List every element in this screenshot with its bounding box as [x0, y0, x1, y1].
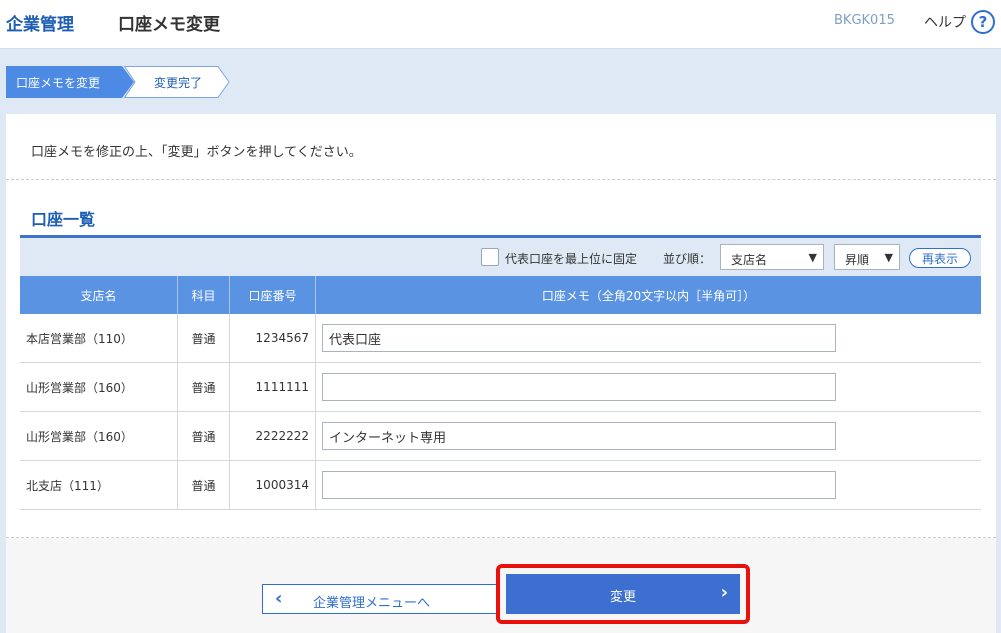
change-button[interactable]: 変更 ›	[506, 574, 740, 614]
refresh-button[interactable]: 再表示	[909, 248, 971, 268]
action-area: ‹ 企業管理メニューへ 変更 ›	[6, 538, 996, 633]
memo-input[interactable]	[322, 471, 836, 499]
cell-memo	[315, 411, 981, 461]
pin-representative-label[interactable]: 代表口座を最上位に固定	[505, 250, 637, 267]
change-button-label: 変更	[609, 590, 636, 605]
back-to-menu-label: 企業管理メニューへ	[313, 596, 431, 611]
screen-id: BKGK015	[834, 13, 895, 28]
main-panel: 口座メモを修正の上、「変更」ボタンを押してください。 口座一覧 代表口座を最上位…	[6, 114, 996, 633]
cell-memo	[315, 362, 981, 412]
table-toolbar: 代表口座を最上位に固定 並び順： 支店名 ▼ 昇順 ▼ 再表示	[20, 238, 981, 276]
sort-label: 並び順：	[663, 252, 712, 266]
table-header-row: 支店名 科目 口座番号 口座メモ（全角20文字以内［半角可］）	[20, 276, 981, 314]
pin-representative-checkbox[interactable]	[481, 248, 499, 266]
table-row: 山形営業部（160） 普通 2222222	[20, 411, 981, 461]
cell-subject: 普通	[177, 460, 230, 510]
cell-account-number: 2222222	[229, 411, 316, 461]
cell-branch: 北支店（111）	[20, 460, 178, 510]
memo-input[interactable]	[322, 422, 836, 450]
cell-subject: 普通	[177, 362, 230, 412]
step-pending-label: 変更完了	[154, 76, 203, 90]
chevron-left-icon: ‹	[275, 588, 283, 609]
header-subject: 科目	[177, 276, 230, 314]
step-pending: 変更完了	[124, 66, 230, 98]
table-row: 本店営業部（110） 普通 1234567	[20, 314, 981, 363]
back-to-menu-button[interactable]: ‹ 企業管理メニューへ	[262, 584, 500, 614]
sort-order-select[interactable]: 昇順 ▼	[834, 244, 900, 270]
sort-field-select[interactable]: 支店名 ▼	[720, 244, 824, 270]
chevron-down-icon: ▼	[808, 251, 817, 264]
cell-account-number: 1000314	[229, 460, 316, 510]
chevron-down-icon: ▼	[884, 251, 893, 264]
instruction-text: 口座メモを修正の上、「変更」ボタンを押してください。	[31, 145, 362, 160]
brand-title: 企業管理	[6, 15, 74, 35]
cell-memo	[315, 314, 981, 363]
account-table: 支店名 科目 口座番号 口座メモ（全角20文字以内［半角可］） 本店営業部（11…	[20, 276, 981, 510]
chevron-right-icon: ›	[720, 582, 728, 603]
cell-subject: 普通	[177, 314, 230, 363]
sort-order-value: 昇順	[845, 253, 870, 267]
top-bar: 企業管理 口座メモ変更 BKGK015 ヘルプ ?	[0, 0, 1001, 49]
header-memo: 口座メモ（全角20文字以内［半角可］）	[315, 276, 981, 314]
header-branch: 支店名	[20, 276, 178, 314]
sort-field-value: 支店名	[731, 253, 768, 267]
table-row: 山形営業部（160） 普通 1111111	[20, 362, 981, 412]
step-current-label: 口座メモを変更	[16, 76, 101, 90]
cell-account-number: 1234567	[229, 314, 316, 363]
memo-input[interactable]	[322, 324, 836, 352]
memo-input[interactable]	[322, 373, 836, 401]
cell-branch: 山形営業部（160）	[20, 411, 178, 461]
header-account-number: 口座番号	[229, 276, 316, 314]
step-current: 口座メモを変更	[6, 66, 134, 98]
section-title: 口座一覧	[31, 210, 96, 229]
cell-subject: 普通	[177, 411, 230, 461]
question-circle-icon[interactable]: ?	[971, 10, 995, 34]
cell-branch: 本店営業部（110）	[20, 314, 178, 363]
cell-memo	[315, 460, 981, 510]
help-link[interactable]: ヘルプ	[924, 12, 966, 32]
cell-account-number: 1111111	[229, 362, 316, 412]
page-title: 口座メモ変更	[118, 15, 220, 35]
cell-branch: 山形営業部（160）	[20, 362, 178, 412]
divider	[6, 179, 996, 180]
table-row: 北支店（111） 普通 1000314	[20, 460, 981, 510]
